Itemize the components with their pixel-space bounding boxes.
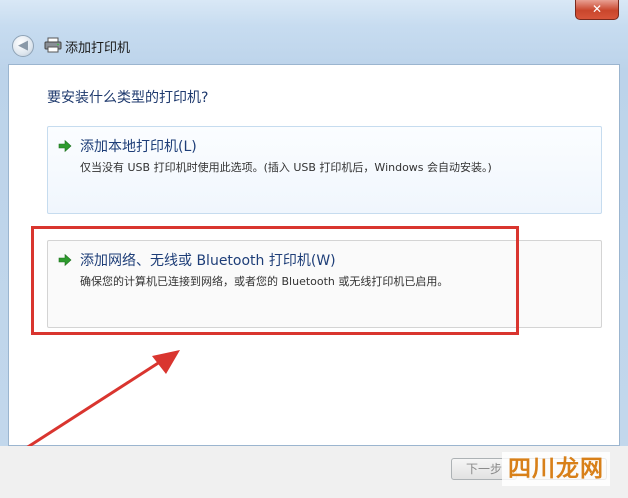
green-arrow-icon — [58, 139, 72, 153]
watermark: 四川龙网 — [502, 452, 610, 486]
option-add-local-printer[interactable]: 添加本地打印机(L) 仅当没有 USB 打印机时使用此选项。(插入 USB 打印… — [47, 126, 602, 214]
page-question: 要安装什么类型的打印机? — [47, 90, 209, 106]
option-title: 添加本地打印机(L) — [80, 139, 197, 155]
printer-icon — [44, 37, 62, 53]
window-frame: ✕ ◀ 添加打印机 要安装什么类型的打印机? 添加本地打印机(L) 仅当没有 U… — [0, 0, 628, 498]
close-icon: ✕ — [591, 2, 603, 16]
option-description: 仅当没有 USB 打印机时使用此选项。(插入 USB 打印机后，Windows … — [80, 161, 492, 174]
close-button[interactable]: ✕ — [575, 0, 619, 20]
highlight-box — [31, 226, 519, 335]
window-title: 添加打印机 — [65, 41, 131, 56]
back-arrow-icon: ◀ — [18, 38, 28, 53]
back-button[interactable]: ◀ — [12, 35, 34, 57]
